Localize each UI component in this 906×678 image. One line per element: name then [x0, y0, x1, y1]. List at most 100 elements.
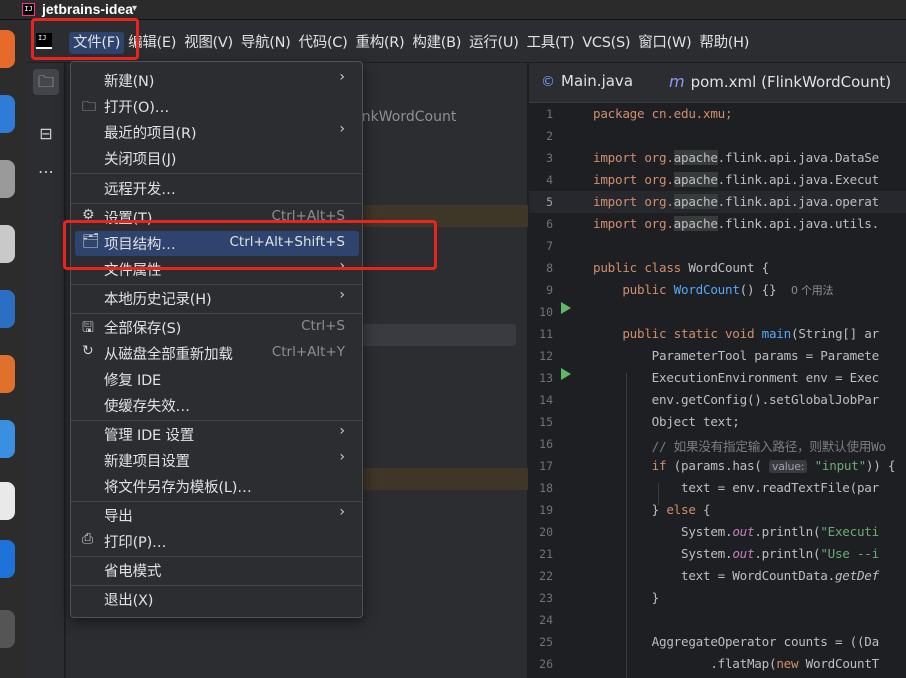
code-line[interactable]: import org.apache.flink.api.java.operat — [593, 194, 879, 209]
menu-item-settings[interactable]: ⚙ 设置(T)… Ctrl+Alt+S — [75, 205, 359, 230]
menu-item-local-history[interactable]: 本地历史记录(H) › — [75, 286, 359, 311]
run-icon[interactable] — [561, 302, 571, 314]
menu-item-print[interactable]: ⎙ 打印(P)… — [75, 529, 359, 554]
tab-pom-xml[interactable]: m pom.xml (FlinkWordCount) — [669, 72, 891, 91]
writer-icon[interactable] — [0, 290, 15, 328]
code-line[interactable]: ExecutionEnvironment env = Exec — [593, 370, 880, 385]
amazon-icon[interactable] — [0, 482, 15, 520]
menu-item-file-properties[interactable]: 文件属性 › — [75, 257, 359, 282]
menu-tools[interactable]: 工具(T) — [523, 32, 579, 54]
code-line[interactable]: text = WordCountData.getDef — [593, 568, 879, 583]
line-number: 20 — [539, 525, 553, 539]
menu-item-remote-development[interactable]: 远程开发… — [75, 176, 359, 201]
menu-separator — [71, 585, 362, 586]
menu-item-open[interactable]: 🗀 打开(O)… — [75, 94, 359, 119]
code-line[interactable]: ParameterTool params = Paramete — [593, 348, 880, 363]
more-icon[interactable]: ⋯ — [33, 159, 59, 185]
menu-item-label: 打开(O)… — [104, 100, 170, 116]
menu-item-exit[interactable]: 退出(X) — [75, 587, 359, 612]
menu-item-recent-projects[interactable]: 最近的项目(R) › — [75, 120, 359, 145]
menu-item-invalidate-caches[interactable]: 使缓存失效… — [75, 393, 359, 418]
code-text: out — [732, 524, 755, 539]
help-icon[interactable] — [0, 420, 15, 458]
files-icon[interactable] — [0, 160, 15, 198]
active-app-name[interactable]: jetbrains-idea — [42, 1, 133, 17]
tab-main-java[interactable]: © Main.java — [541, 72, 633, 90]
code-line[interactable]: } — [593, 590, 660, 605]
menu-item-new-project-setup[interactable]: 新建项目设置 › — [75, 448, 359, 473]
menu-window[interactable]: 窗口(W) — [634, 32, 695, 54]
chevron-down-icon[interactable]: ▾ — [132, 3, 137, 14]
menu-item-save-all[interactable]: 🖫 全部保存(S) Ctrl+S — [75, 315, 359, 340]
rhythmbox-icon[interactable] — [0, 225, 15, 263]
code-line[interactable]: .flatMap(new WordCountT — [593, 656, 879, 671]
menu-view[interactable]: 视图(V) — [180, 32, 237, 54]
menu-edit[interactable]: 编辑(E) — [124, 32, 180, 54]
project-folder-icon[interactable]: 🗀 — [33, 69, 59, 95]
menu-item-manage-ide-settings[interactable]: 管理 IDE 设置 › — [75, 422, 359, 447]
menu-separator — [71, 173, 362, 174]
menu-item-label: 省电模式 — [104, 564, 162, 580]
line-number: 14 — [539, 393, 553, 407]
menu-file[interactable]: 文件(F) — [69, 32, 125, 54]
line-number: 18 — [539, 481, 553, 495]
terminal-icon[interactable] — [0, 610, 15, 648]
chevron-right-icon: › — [339, 69, 345, 85]
menu-item-save-as-template[interactable]: 将文件另存为模板(L)… — [75, 474, 359, 499]
project-tree-selection — [362, 205, 528, 227]
line-number: 21 — [539, 547, 553, 561]
code-line[interactable]: import org.apache.flink.api.java.DataSe — [593, 150, 879, 165]
menu-item-new[interactable]: 新建(N) › — [75, 68, 359, 93]
menu-item-label: 管理 IDE 设置 — [104, 428, 195, 444]
code-line[interactable]: env.getConfig().setGlobalJobPar — [593, 392, 880, 407]
code-text: .println( — [754, 524, 821, 539]
code-line[interactable]: public WordCount() {} 0 个用法 — [593, 282, 833, 298]
menu-item-shortcut: Ctrl+Alt+S — [271, 208, 346, 224]
code-line[interactable]: if (params.has( value: "input")) { — [593, 458, 896, 473]
software-center-icon[interactable] — [0, 355, 15, 393]
usage-hint[interactable]: 0 个用法 — [791, 284, 834, 297]
chevron-right-icon: › — [339, 504, 345, 520]
run-icon[interactable] — [561, 368, 571, 380]
thunderbird-icon[interactable] — [0, 95, 15, 133]
menu-navigate[interactable]: 导航(N) — [237, 32, 295, 54]
code-line[interactable]: import org.apache.flink.api.java.utils. — [593, 216, 879, 231]
code-line[interactable]: // 如果没有指定输入路径，则默认使用Wo — [593, 436, 886, 455]
line-number: 2 — [546, 129, 553, 143]
menu-item-close-project[interactable]: 关闭项目(J) — [75, 146, 359, 171]
code-line[interactable]: AggregateOperator counts = ((Da — [593, 634, 880, 649]
code-line[interactable]: System.out.println("Use --i — [593, 546, 879, 561]
code-text: Object text; — [593, 414, 740, 429]
code-text: ParameterTool params = Paramete — [593, 348, 880, 363]
code-line[interactable]: public static void main(String[] ar — [593, 326, 879, 341]
menu-item-label: 文件属性 — [104, 263, 162, 279]
project-tree-item[interactable]: linkWordCount — [354, 109, 456, 125]
structure-icon[interactable]: ⊟ — [33, 121, 59, 147]
code-line[interactable]: import org.apache.flink.api.java.Execut — [593, 172, 879, 187]
menu-item-power-save-mode[interactable]: 省电模式 — [75, 558, 359, 583]
menu-help[interactable]: 帮助(H) — [695, 32, 753, 54]
code-text: main — [761, 326, 792, 341]
menu-build[interactable]: 构建(B) — [408, 32, 465, 54]
code-line[interactable]: public class WordCount { — [593, 260, 769, 275]
code-text: .flink.api.java.DataSe — [717, 150, 880, 165]
menu-item-export[interactable]: 导出 › — [75, 503, 359, 528]
code-line[interactable]: text = env.readTextFile(par — [593, 480, 879, 495]
code-line[interactable]: Object text; — [593, 414, 740, 429]
menu-item-reload-from-disk[interactable]: ↻ 从磁盘全部重新加载 Ctrl+Alt+Y — [75, 341, 359, 366]
menu-item-shortcut: Ctrl+Alt+Shift+S — [229, 234, 346, 250]
menu-item-label: 将文件另存为模板(L)… — [104, 480, 252, 496]
menu-code[interactable]: 代码(C) — [295, 32, 352, 54]
project-structure-icon: 🗂 — [82, 233, 100, 249]
firefox-icon[interactable] — [0, 30, 15, 68]
code-line[interactable]: System.out.println("Executi — [593, 524, 879, 539]
menu-item-project-structure[interactable]: 🗂 项目结构… Ctrl+Alt+Shift+S — [75, 231, 359, 256]
menu-run[interactable]: 运行(U) — [465, 32, 522, 54]
intellij-dock-icon[interactable] — [0, 540, 15, 578]
code-text: { — [695, 502, 711, 517]
code-line[interactable]: } else { — [593, 502, 711, 517]
menu-vcs[interactable]: VCS(S) — [578, 32, 634, 54]
menu-refactor[interactable]: 重构(R) — [352, 32, 409, 54]
menu-item-repair-ide[interactable]: 修复 IDE — [75, 367, 359, 392]
code-line[interactable]: package cn.edu.xmu; — [593, 106, 733, 121]
